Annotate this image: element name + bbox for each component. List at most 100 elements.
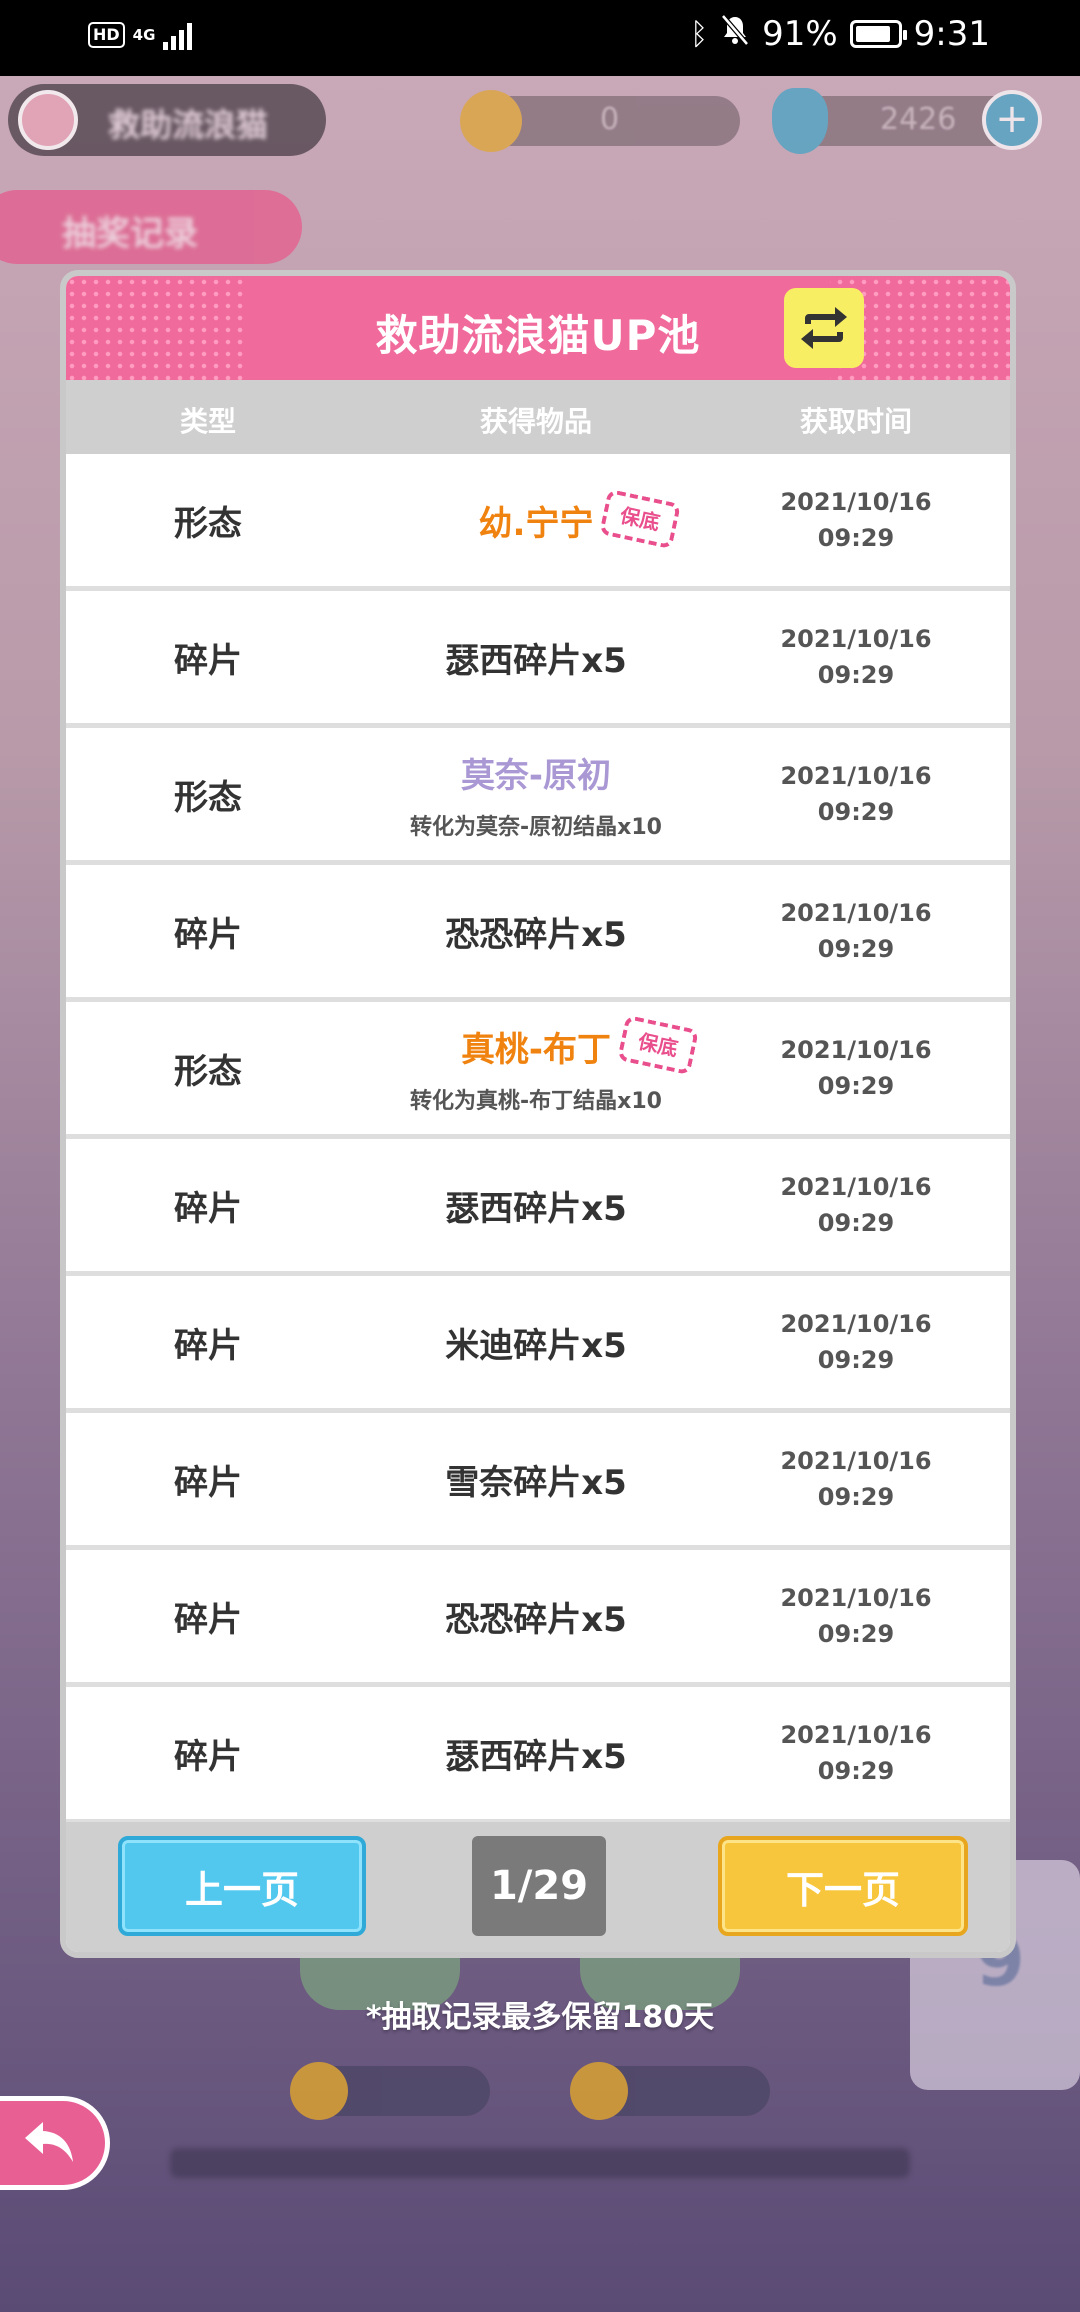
- item-conversion-note: 转化为真桃-布丁结晶x10: [410, 1088, 662, 1114]
- item-name: 幼.宁宁: [478, 503, 594, 544]
- row-item: 恐恐碎片x5: [386, 1550, 686, 1682]
- prev-page-button[interactable]: 上一页: [118, 1836, 366, 1936]
- battery-icon: [849, 20, 907, 48]
- row-hour: 09:29: [817, 524, 895, 552]
- pagination-bar: 上一页 1/29 下一页: [66, 1822, 1010, 1952]
- row-type: 形态: [174, 1051, 242, 1092]
- row-item: 瑟西碎片x5: [386, 1687, 686, 1819]
- row-item: 莫奈-原初转化为莫奈-原初结晶x10: [386, 728, 686, 860]
- table-row: 碎片 恐恐碎片x5 2021/10/16 09:29: [66, 1550, 1010, 1687]
- item-name-line: 恐恐碎片x5: [445, 907, 627, 956]
- coin-count: 0: [600, 102, 620, 137]
- item-name-line: 幼.宁宁 保底: [478, 488, 682, 549]
- row-time: 2021/10/16 09:29: [706, 1550, 1006, 1682]
- row-hour: 09:29: [817, 935, 895, 963]
- gem-icon: [772, 88, 828, 154]
- back-button[interactable]: [0, 2096, 110, 2190]
- row-time: 2021/10/16 09:29: [706, 1687, 1006, 1819]
- row-time: 2021/10/16 09:29: [706, 591, 1006, 723]
- row-date: 2021/10/16: [780, 625, 932, 653]
- battery-percent: 91%: [762, 14, 838, 54]
- signal-icon: [163, 20, 193, 50]
- bluetooth-icon: ᛒ: [690, 16, 709, 52]
- row-hour: 09:29: [817, 1620, 895, 1648]
- page-indicator: 1/29: [472, 1836, 606, 1936]
- next-page-button[interactable]: 下一页: [718, 1836, 968, 1936]
- record-list[interactable]: 形态 幼.宁宁 保底 2021/10/16 09:29 碎片 瑟西碎片x5 2021/10/1…: [66, 454, 1010, 1822]
- row-date: 2021/10/16: [780, 1447, 932, 1475]
- row-type: 碎片: [174, 1462, 242, 1503]
- row-item: 米迪碎片x5: [386, 1276, 686, 1408]
- draw-record-label: 抽奖记录: [62, 214, 198, 254]
- pool-name: 救助流浪猫: [108, 106, 269, 144]
- row-time: 2021/10/16 09:29: [706, 1139, 1006, 1271]
- network-type: 4G: [132, 26, 156, 44]
- item-name-line: 真桃-布丁 保底: [460, 1014, 700, 1075]
- row-type: 碎片: [174, 1599, 242, 1640]
- column-header-row: 类型 获得物品 获取时间: [66, 380, 1010, 454]
- guarantee-stamp: 保底: [599, 488, 682, 549]
- gem-count: 2426: [880, 102, 957, 137]
- item-conversion-note: 转化为莫奈-原初结晶x10: [410, 814, 662, 840]
- row-hour: 09:29: [817, 1757, 895, 1785]
- item-name-line: 莫奈-原初: [461, 748, 611, 797]
- table-row: 碎片 米迪碎片x5 2021/10/16 09:29: [66, 1276, 1010, 1413]
- row-date: 2021/10/16: [780, 762, 932, 790]
- draw-record-button[interactable]: 抽奖记录: [0, 190, 302, 264]
- item-name: 瑟西碎片x5: [445, 640, 627, 681]
- column-time: 获取时间: [799, 405, 912, 438]
- item-name: 真桃-布丁: [460, 1029, 612, 1070]
- status-right: ᛒ 91% 9:31: [690, 14, 990, 54]
- row-time: 2021/10/16 09:29: [706, 1002, 1006, 1134]
- row-date: 2021/10/16: [780, 1036, 932, 1064]
- status-bar: HD 4G ᛒ 91% 9:31: [0, 0, 1080, 76]
- row-date: 2021/10/16: [780, 899, 932, 927]
- table-row: 形态 幼.宁宁 保底 2021/10/16 09:29: [66, 454, 1010, 591]
- row-time: 2021/10/16 09:29: [706, 1413, 1006, 1545]
- bg-description: [170, 2148, 910, 2178]
- row-time: 2021/10/16 09:29: [706, 728, 1006, 860]
- row-type: 碎片: [174, 1325, 242, 1366]
- row-type: 碎片: [174, 640, 242, 681]
- pool-avatar: [18, 90, 78, 150]
- coin-icon: [460, 90, 522, 152]
- row-item: 恐恐碎片x5: [386, 865, 686, 997]
- status-left: HD 4G: [88, 20, 193, 50]
- item-name-line: 雪奈碎片x5: [445, 1455, 627, 1504]
- row-type: 碎片: [174, 1736, 242, 1777]
- table-row: 碎片 瑟西碎片x5 2021/10/16 09:29: [66, 1687, 1010, 1822]
- row-hour: 09:29: [817, 1209, 895, 1237]
- table-row: 碎片 瑟西碎片x5 2021/10/16 09:29: [66, 591, 1010, 728]
- table-row: 碎片 恐恐碎片x5 2021/10/16 09:29: [66, 865, 1010, 1002]
- item-name: 莫奈-原初: [460, 755, 612, 796]
- row-date: 2021/10/16: [780, 1310, 932, 1338]
- row-time: 2021/10/16 09:29: [706, 454, 1006, 586]
- row-hour: 09:29: [817, 1483, 895, 1511]
- row-type: 形态: [174, 777, 242, 818]
- add-gem-button[interactable]: +: [982, 90, 1042, 150]
- row-type: 碎片: [174, 1188, 242, 1229]
- draw-record-panel: 救助流浪猫UP池 类型 获得物品 获取时间 形态 幼.宁宁 保底 2021/10/16…: [60, 270, 1016, 1958]
- row-item: 瑟西碎片x5: [386, 1139, 686, 1271]
- row-date: 2021/10/16: [780, 488, 932, 516]
- row-item: 真桃-布丁 保底转化为真桃-布丁结晶x10: [386, 1002, 700, 1134]
- table-row: 碎片 瑟西碎片x5 2021/10/16 09:29: [66, 1139, 1010, 1276]
- item-name: 雪奈碎片x5: [445, 1462, 627, 1503]
- row-type: 碎片: [174, 914, 242, 955]
- row-item: 雪奈碎片x5: [386, 1413, 686, 1545]
- item-name-line: 瑟西碎片x5: [445, 1181, 627, 1230]
- row-hour: 09:29: [817, 661, 895, 689]
- row-type: 形态: [174, 503, 242, 544]
- pool-selector[interactable]: 救助流浪猫: [8, 84, 326, 156]
- retention-note: *抽取记录最多保留180天: [365, 2000, 715, 2035]
- panel-title: 救助流浪猫UP池: [375, 311, 701, 360]
- row-item: 瑟西碎片x5: [386, 591, 686, 723]
- switch-pool-button[interactable]: [784, 288, 864, 368]
- table-row: 形态 莫奈-原初 转化为莫奈-原初结晶x10 2021/10/16 09:29: [66, 728, 1010, 865]
- clock: 9:31: [913, 14, 990, 54]
- item-name: 米迪碎片x5: [445, 1325, 627, 1366]
- panel-header: 救助流浪猫UP池: [66, 276, 1010, 380]
- column-type: 类型: [179, 405, 236, 438]
- row-date: 2021/10/16: [780, 1584, 932, 1612]
- column-item: 获得物品: [479, 405, 592, 438]
